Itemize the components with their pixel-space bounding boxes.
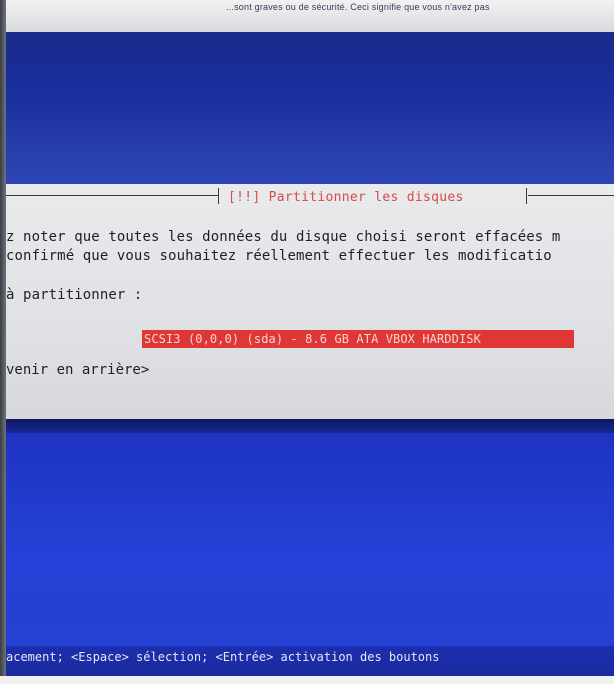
dialog-shadow [6,419,614,433]
top-notification-strip: ...sont graves ou de sécurité. Ceci sign… [6,0,614,32]
dialog-border-right [528,195,614,196]
installer-background-top [6,32,614,184]
installer-background-bottom [6,433,614,646]
screen-photo: ...sont graves ou de sécurité. Ceci sign… [0,0,614,684]
dialog-title: [!!] Partitionner les disques [228,190,464,205]
disk-prompt-label: à partitionner : [6,287,143,303]
keyboard-help-text: acement; <Espace> sélection; <Entrée> ac… [6,650,440,664]
keyboard-help-bar: acement; <Espace> sélection; <Entrée> ac… [6,646,614,676]
warning-text-line-1: z noter que toutes les données du disque… [6,229,561,245]
go-back-button[interactable]: venir en arrière> [6,362,149,378]
title-bracket-left [218,188,219,204]
warning-text-line-2: confirmé que vous souhaitez réellement e… [6,248,552,264]
disk-list-item-selected[interactable]: SCSI3 (0,0,0) (sda) - 8.6 GB ATA VBOX HA… [142,330,574,348]
top-strip-text: ...sont graves ou de sécurité. Ceci sign… [226,2,490,12]
dialog-border-left [6,195,218,196]
title-bracket-right [526,188,527,204]
partition-dialog: [!!] Partitionner les disques z noter qu… [6,184,614,419]
photo-bottom-edge [0,676,614,684]
